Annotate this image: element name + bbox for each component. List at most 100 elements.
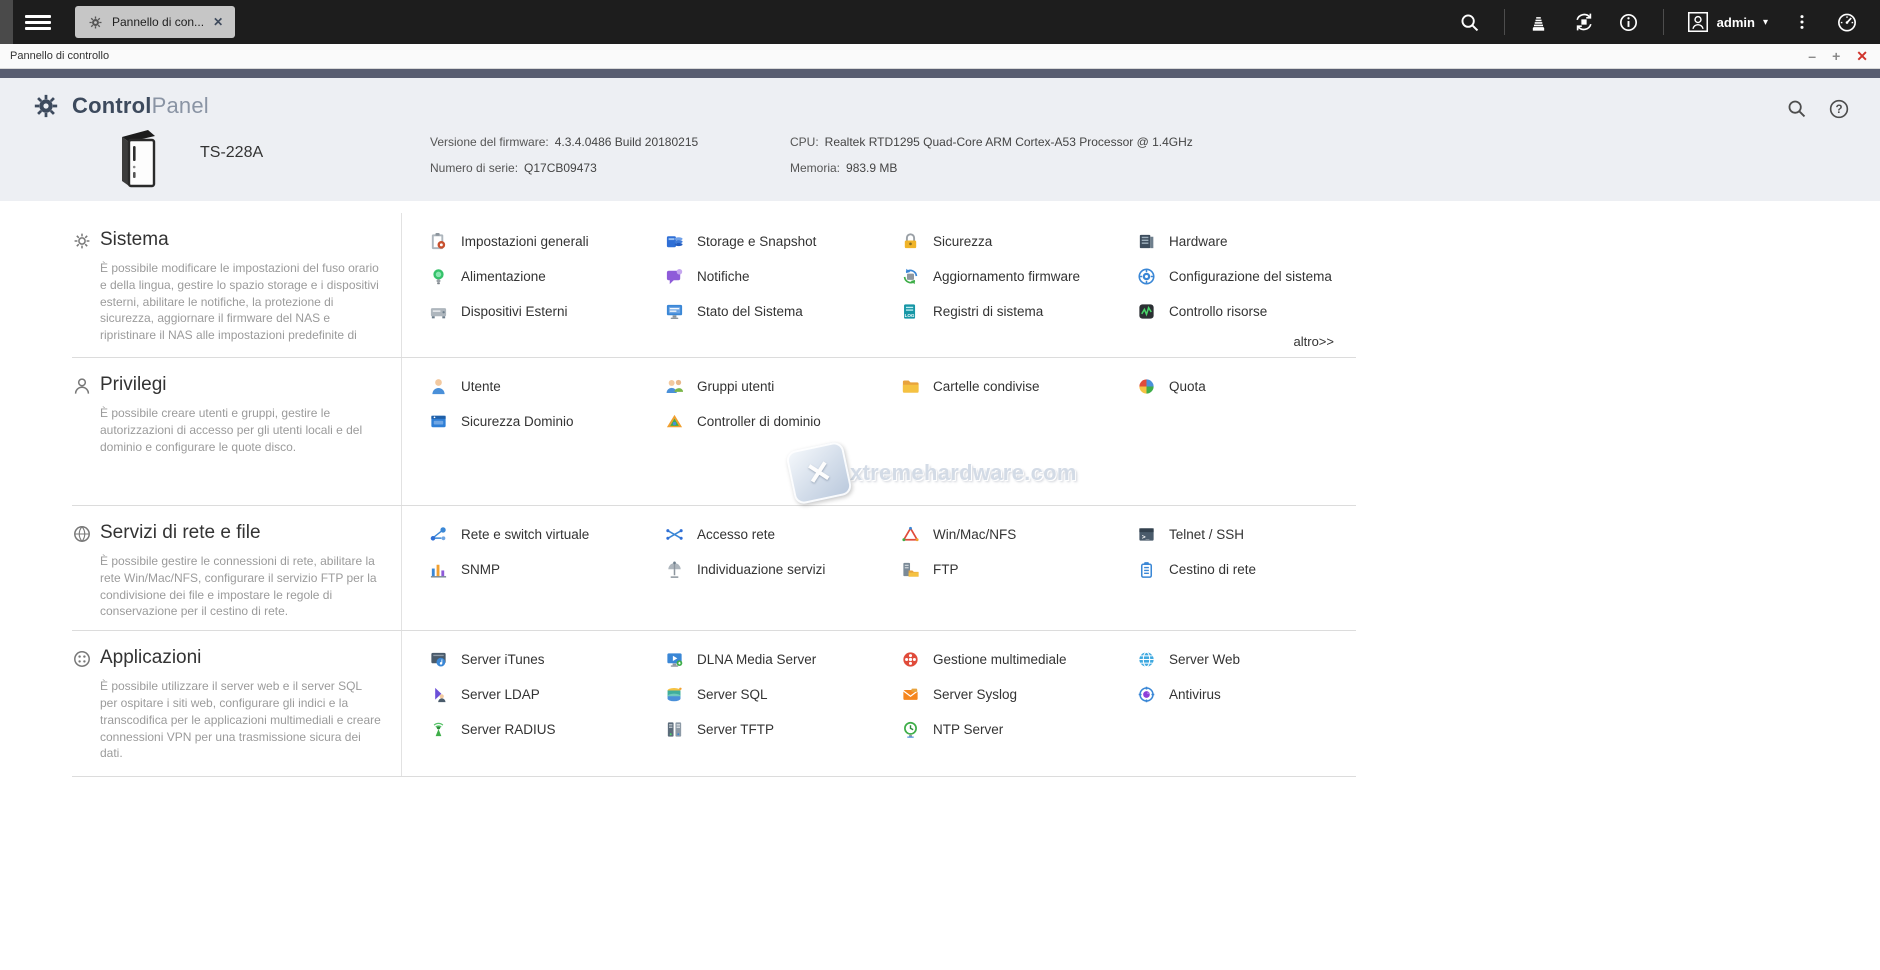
top-bar-corner xyxy=(0,0,13,44)
applications-icon xyxy=(72,649,92,669)
item-win-mac-nfs[interactable]: Win/Mac/NFS xyxy=(901,525,1137,544)
item-server-radius[interactable]: Server RADIUS xyxy=(429,720,665,739)
item-alimentazione[interactable]: Alimentazione xyxy=(429,267,665,286)
tab-close-icon[interactable]: ✕ xyxy=(213,15,223,29)
item-label: Rete e switch virtuale xyxy=(461,527,589,542)
dashboard-icon[interactable] xyxy=(1836,11,1858,33)
item-stato-sistema[interactable]: Stato del Sistema xyxy=(665,302,901,321)
section-description: È possibile modificare le impostazioni d… xyxy=(100,260,381,344)
user-menu[interactable]: admin ▾ xyxy=(1687,11,1768,33)
item-snmp[interactable]: SNMP xyxy=(429,560,665,579)
section-sistema: Sistema È possibile modificare le impost… xyxy=(72,213,1356,358)
window-controls: – + ✕ xyxy=(1808,49,1868,63)
minimize-button[interactable]: – xyxy=(1808,49,1816,63)
search-icon[interactable] xyxy=(1459,11,1481,33)
item-telnet-ssh[interactable]: >_Telnet / SSH xyxy=(1137,525,1356,544)
item-label: Controllo risorse xyxy=(1169,304,1267,319)
more-link[interactable]: altro>> xyxy=(1294,334,1334,349)
section-privilegi-items: UtenteGruppi utentiCartelle condiviseQuo… xyxy=(402,358,1356,505)
item-gestione-multimediale[interactable]: Gestione multimediale xyxy=(901,650,1137,669)
app-brand: ControlPanel xyxy=(33,93,209,119)
main-menu-button[interactable] xyxy=(13,0,63,44)
item-label: Antivirus xyxy=(1169,687,1221,702)
notifications-icon[interactable] xyxy=(1618,11,1640,33)
configurazione-sistema-icon xyxy=(1137,267,1156,286)
new-window-button[interactable]: + xyxy=(1832,49,1840,63)
sicurezza-dominio-icon xyxy=(429,412,448,431)
item-aggiornamento-firmware[interactable]: Aggiornamento firmware xyxy=(901,267,1137,286)
close-button[interactable]: ✕ xyxy=(1856,49,1868,63)
gruppi-utenti-icon xyxy=(665,377,684,396)
item-cestino-rete[interactable]: Cestino di rete xyxy=(1137,560,1356,579)
item-label: Aggiornamento firmware xyxy=(933,269,1080,284)
item-ftp[interactable]: FTP xyxy=(901,560,1137,579)
section-sistema-items: Impostazioni generaliStorage e Snapshot S… xyxy=(402,213,1356,357)
header-search-icon[interactable] xyxy=(1786,98,1808,120)
item-label: Sicurezza xyxy=(933,234,992,249)
more-options-icon[interactable] xyxy=(1791,11,1813,33)
quota-icon xyxy=(1137,377,1156,396)
section-description: È possibile gestire le connessioni di re… xyxy=(100,553,381,620)
username-label: admin xyxy=(1717,15,1755,30)
device-model: TS-228A xyxy=(200,144,263,162)
window-title-bar: Pannello di controllo – + ✕ xyxy=(0,44,1880,69)
item-controllo-risorse[interactable]: Controllo risorse xyxy=(1137,302,1356,321)
controller-dominio-icon xyxy=(665,412,684,431)
server-sql-icon xyxy=(665,685,684,704)
help-icon[interactable]: ? xyxy=(1828,98,1850,120)
item-server-itunes[interactable]: Server iTunes xyxy=(429,650,665,669)
item-configurazione-sistema[interactable]: Configurazione del sistema xyxy=(1137,267,1356,286)
section-title: Applicazioni xyxy=(100,647,401,669)
tab-pannello-di-controllo[interactable]: Pannello di con... ✕ xyxy=(75,6,235,38)
user-icon xyxy=(1687,11,1709,33)
section-description: È possibile creare utenti e gruppi, gest… xyxy=(100,405,381,455)
item-registri-sistema[interactable]: LOGRegistri di sistema xyxy=(901,302,1137,321)
item-label: Controller di dominio xyxy=(697,414,821,429)
page-title: ControlPanel xyxy=(72,93,209,119)
system-gear-icon xyxy=(72,231,92,251)
item-dispositivi-esterni[interactable]: Dispositivi Esterni xyxy=(429,302,665,321)
item-impostazioni-generali[interactable]: Impostazioni generali xyxy=(429,232,665,251)
snmp-icon xyxy=(429,560,448,579)
item-label: Sicurezza Dominio xyxy=(461,414,574,429)
item-individuazione-servizi[interactable]: Individuazione servizi xyxy=(665,560,901,579)
item-label: FTP xyxy=(933,562,959,577)
item-label: Server TFTP xyxy=(697,722,774,737)
item-server-ldap[interactable]: Server LDAP xyxy=(429,685,665,704)
item-label: DLNA Media Server xyxy=(697,652,816,667)
item-server-web[interactable]: Server Web xyxy=(1137,650,1356,669)
section-servizi: Servizi di rete e file È possibile gesti… xyxy=(72,506,1356,631)
item-gruppi-utenti[interactable]: Gruppi utenti xyxy=(665,377,901,396)
server-syslog-icon xyxy=(901,685,920,704)
item-controller-dominio[interactable]: Controller di dominio xyxy=(665,412,901,431)
item-server-sql[interactable]: Server SQL xyxy=(665,685,901,704)
serial-label: Numero di serie: xyxy=(430,161,518,175)
item-dlna-media-server[interactable]: DLNA Media Server xyxy=(665,650,901,669)
device-info-column-1: Versione del firmware:4.3.4.0486 Build 2… xyxy=(430,135,698,187)
external-device-icon[interactable] xyxy=(1573,11,1595,33)
item-accesso-rete[interactable]: Accesso rete xyxy=(665,525,901,544)
item-label: Configurazione del sistema xyxy=(1169,269,1332,284)
item-rete-switch-virtuale[interactable]: Rete e switch virtuale xyxy=(429,525,665,544)
network-globe-icon xyxy=(72,524,92,544)
item-server-syslog[interactable]: Server Syslog xyxy=(901,685,1137,704)
device-info-column-2: CPU:Realtek RTD1295 Quad-Core ARM Cortex… xyxy=(790,135,1193,187)
item-sicurezza-dominio[interactable]: Sicurezza Dominio xyxy=(429,412,665,431)
item-hardware[interactable]: Hardware xyxy=(1137,232,1356,251)
accent-strip xyxy=(0,69,1880,78)
background-tasks-icon[interactable] xyxy=(1528,11,1550,33)
dispositivi-esterni-icon xyxy=(429,302,448,321)
item-sicurezza[interactable]: Sicurezza xyxy=(901,232,1137,251)
item-antivirus[interactable]: Antivirus xyxy=(1137,685,1356,704)
impostazioni-generali-icon xyxy=(429,232,448,251)
section-sistema-info: Sistema È possibile modificare le impost… xyxy=(72,213,402,357)
utente-icon xyxy=(429,377,448,396)
item-storage-snapshot[interactable]: Storage e Snapshot xyxy=(665,232,901,251)
item-label: Dispositivi Esterni xyxy=(461,304,568,319)
item-quota[interactable]: Quota xyxy=(1137,377,1356,396)
item-notifiche[interactable]: Notifiche xyxy=(665,267,901,286)
item-server-tftp[interactable]: Server TFTP xyxy=(665,720,901,739)
item-cartelle-condivise[interactable]: Cartelle condivise xyxy=(901,377,1137,396)
item-utente[interactable]: Utente xyxy=(429,377,665,396)
item-ntp-server[interactable]: NTP Server xyxy=(901,720,1137,739)
